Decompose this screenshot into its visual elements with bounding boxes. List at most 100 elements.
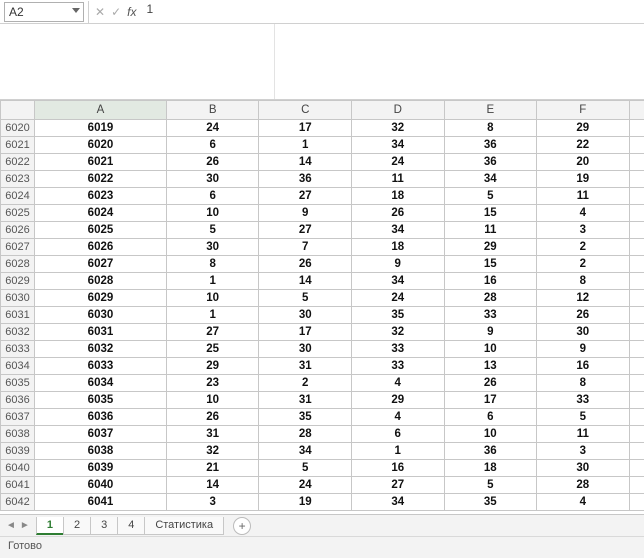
cell[interactable]: 8 xyxy=(444,120,537,137)
row-header[interactable]: 6036 xyxy=(1,392,35,409)
cell[interactable]: 1 xyxy=(166,307,259,324)
cell[interactable]: 33 xyxy=(351,358,444,375)
cell[interactable]: 10 xyxy=(166,205,259,222)
cell[interactable]: 6 xyxy=(166,137,259,154)
cell[interactable]: 6025 xyxy=(35,222,167,239)
cancel-icon[interactable]: ✕ xyxy=(95,5,105,19)
row-header[interactable]: 6038 xyxy=(1,426,35,443)
cell[interactable]: 15 xyxy=(444,256,537,273)
cell[interactable]: 14 xyxy=(259,154,352,171)
cell[interactable]: 10 xyxy=(444,426,537,443)
row-header[interactable]: 6020 xyxy=(1,120,35,137)
cell[interactable]: 34 xyxy=(351,222,444,239)
cell[interactable]: 27 xyxy=(351,477,444,494)
cell[interactable]: 26 xyxy=(537,307,630,324)
cell[interactable]: 17 xyxy=(444,392,537,409)
cell[interactable]: 26 xyxy=(444,375,537,392)
cell[interactable]: 20 xyxy=(537,154,630,171)
cell[interactable]: 1 xyxy=(166,273,259,290)
cell[interactable]: 6036 xyxy=(35,409,167,426)
cell[interactable]: 24 xyxy=(166,120,259,137)
cell[interactable]: 30 xyxy=(259,307,352,324)
cell[interactable]: 6022 xyxy=(35,171,167,188)
cell[interactable]: 11 xyxy=(351,171,444,188)
cell[interactable]: 17 xyxy=(259,324,352,341)
cell[interactable]: 9 xyxy=(444,324,537,341)
confirm-icon[interactable]: ✓ xyxy=(111,5,121,19)
cell[interactable]: 29 xyxy=(444,239,537,256)
cell[interactable]: 32 xyxy=(351,120,444,137)
cell[interactable]: 34 xyxy=(351,273,444,290)
cell[interactable]: 5 xyxy=(259,460,352,477)
column-header[interactable]: A xyxy=(35,101,167,120)
cell[interactable]: 6 xyxy=(166,188,259,205)
cell[interactable]: 35 xyxy=(351,307,444,324)
cell[interactable]: 6020 xyxy=(35,137,167,154)
cell[interactable]: 8 xyxy=(166,256,259,273)
cell[interactable]: 9 xyxy=(259,205,352,222)
cell[interactable]: 11 xyxy=(537,188,630,205)
cell[interactable]: 28 xyxy=(259,426,352,443)
cell[interactable]: 6038 xyxy=(35,443,167,460)
cell[interactable]: 16 xyxy=(351,460,444,477)
cell[interactable]: 34 xyxy=(351,494,444,511)
cell[interactable]: 34 xyxy=(444,171,537,188)
row-header[interactable]: 6037 xyxy=(1,409,35,426)
row-header[interactable]: 6039 xyxy=(1,443,35,460)
row-header[interactable]: 6024 xyxy=(1,188,35,205)
row-header[interactable]: 6041 xyxy=(1,477,35,494)
cell[interactable]: 24 xyxy=(351,290,444,307)
cell[interactable]: 6031 xyxy=(35,324,167,341)
cell[interactable]: 35 xyxy=(444,494,537,511)
row-header[interactable]: 6028 xyxy=(1,256,35,273)
cell[interactable]: 6026 xyxy=(35,239,167,256)
cell[interactable]: 26 xyxy=(259,256,352,273)
cell[interactable]: 10 xyxy=(166,392,259,409)
cell[interactable]: 36 xyxy=(259,171,352,188)
cell[interactable]: 23 xyxy=(166,375,259,392)
tab-prev-icon[interactable]: ◄ xyxy=(6,520,16,531)
cell[interactable]: 29 xyxy=(537,120,630,137)
cell[interactable]: 29 xyxy=(166,358,259,375)
row-header[interactable]: 6032 xyxy=(1,324,35,341)
cell[interactable]: 9 xyxy=(351,256,444,273)
cell[interactable]: 5 xyxy=(537,409,630,426)
column-header[interactable]: B xyxy=(166,101,259,120)
cell[interactable]: 28 xyxy=(537,477,630,494)
cell[interactable]: 6021 xyxy=(35,154,167,171)
cell[interactable]: 7 xyxy=(259,239,352,256)
tab-next-icon[interactable]: ► xyxy=(20,520,30,531)
cell[interactable]: 5 xyxy=(444,477,537,494)
cell[interactable]: 6023 xyxy=(35,188,167,205)
row-header[interactable]: 6042 xyxy=(1,494,35,511)
cell[interactable]: 34 xyxy=(351,137,444,154)
column-header[interactable]: C xyxy=(259,101,352,120)
cell[interactable]: 22 xyxy=(537,137,630,154)
row-header[interactable]: 6022 xyxy=(1,154,35,171)
cell[interactable]: 6040 xyxy=(35,477,167,494)
cell[interactable]: 10 xyxy=(444,341,537,358)
cell[interactable]: 30 xyxy=(166,239,259,256)
select-all-corner[interactable] xyxy=(1,101,35,120)
cell[interactable]: 16 xyxy=(444,273,537,290)
row-header[interactable]: 6023 xyxy=(1,171,35,188)
cell[interactable]: 18 xyxy=(351,188,444,205)
add-sheet-button[interactable]: + xyxy=(233,517,251,535)
row-header[interactable]: 6034 xyxy=(1,358,35,375)
cell[interactable]: 36 xyxy=(444,443,537,460)
cell[interactable]: 6030 xyxy=(35,307,167,324)
cell[interactable]: 8 xyxy=(537,375,630,392)
cell[interactable]: 2 xyxy=(259,375,352,392)
spreadsheet-grid[interactable]: A B C D E F 6020601924173282960216020613… xyxy=(0,100,644,514)
cell[interactable]: 16 xyxy=(537,358,630,375)
fx-icon[interactable]: fx xyxy=(127,5,136,19)
cell[interactable]: 25 xyxy=(166,341,259,358)
cell[interactable]: 6019 xyxy=(35,120,167,137)
name-box[interactable]: A2 xyxy=(4,2,84,22)
cell[interactable]: 18 xyxy=(351,239,444,256)
cell[interactable]: 5 xyxy=(259,290,352,307)
column-header[interactable]: E xyxy=(444,101,537,120)
cell[interactable]: 17 xyxy=(259,120,352,137)
cell[interactable]: 6028 xyxy=(35,273,167,290)
row-header[interactable]: 6040 xyxy=(1,460,35,477)
